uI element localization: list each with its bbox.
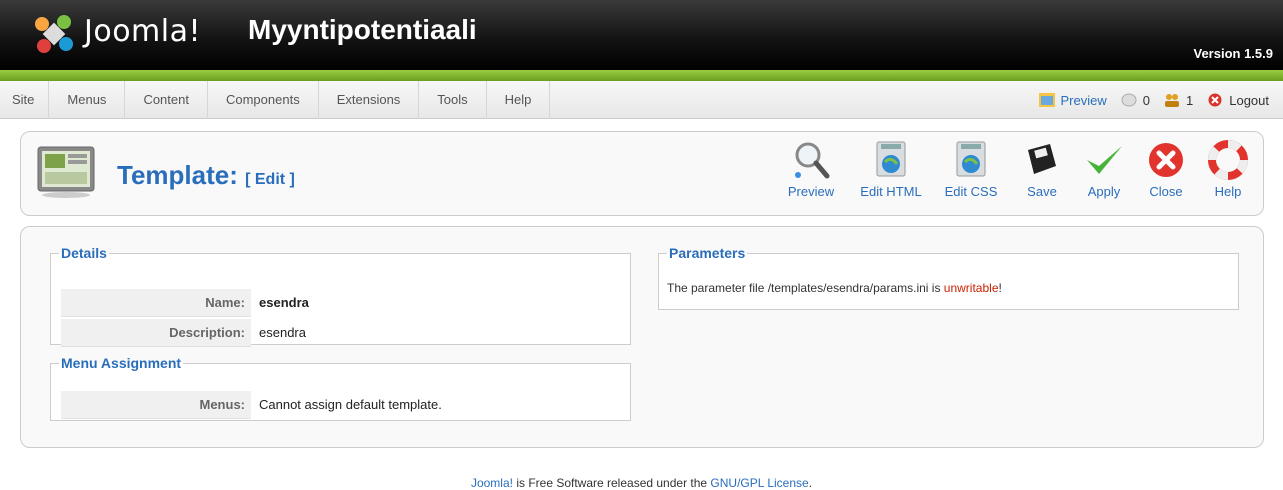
menu-item-content[interactable]: Content: [125, 81, 208, 119]
version-label: Version 1.5.9: [1193, 46, 1274, 61]
name-row: Name: esendra: [61, 289, 621, 317]
save-label: Save: [1027, 184, 1057, 199]
preview-button[interactable]: Preview: [771, 140, 851, 210]
preview-link[interactable]: Preview: [1038, 92, 1107, 108]
menu-items: Site Menus Content Components Extensions…: [0, 81, 551, 119]
menus-value: Cannot assign default template.: [259, 397, 442, 412]
page-title: Template: [ Edit ]: [117, 160, 295, 191]
checkmark-icon: [1087, 146, 1122, 174]
page-title-text: Template:: [117, 160, 238, 190]
description-value: esendra: [259, 325, 306, 340]
main-menu-bar: Site Menus Content Components Extensions…: [0, 81, 1283, 119]
parameters-message: The parameter file /templates/esendra/pa…: [667, 281, 1002, 295]
menu-item-tools[interactable]: Tools: [419, 81, 487, 119]
menus-label: Menus:: [61, 391, 251, 419]
content-box: Details Name: esendra Description: esend…: [20, 226, 1264, 448]
edit-css-icon: [956, 141, 986, 177]
joomla-logo-icon: [35, 15, 73, 53]
menu-item-help[interactable]: Help: [487, 81, 551, 119]
preview-icon: [1038, 93, 1055, 107]
edit-html-label: Edit HTML: [860, 184, 922, 199]
description-row: Description: esendra: [61, 319, 621, 347]
parameters-text: The parameter file /templates/esendra/pa…: [667, 281, 944, 295]
menu-item-menus[interactable]: Menus: [49, 81, 126, 119]
menu-item-components[interactable]: Components: [208, 81, 319, 119]
details-fieldset: Details Name: esendra Description: esend…: [50, 245, 631, 347]
edit-css-button[interactable]: Edit CSS: [931, 140, 1011, 210]
toolbar-box: Template: [ Edit ] Preview Edit HTML Edi…: [20, 131, 1264, 216]
messages-count: 0: [1142, 92, 1150, 108]
help-label: Help: [1214, 184, 1242, 199]
details-legend: Details: [61, 245, 107, 261]
messages-status[interactable]: 0: [1121, 93, 1150, 108]
apply-button[interactable]: Apply: [1073, 140, 1135, 210]
close-button[interactable]: Close: [1135, 140, 1197, 210]
edit-css-label: Edit CSS: [944, 184, 998, 199]
preview-button-label: Preview: [787, 184, 835, 199]
menu-item-site[interactable]: Site: [0, 81, 50, 119]
menu-item-extensions[interactable]: Extensions: [319, 81, 420, 119]
floppy-disk-icon: [1028, 144, 1056, 174]
menu-assignment-fieldset: Menu Assignment Menus: Cannot assign def…: [50, 355, 631, 421]
help-button[interactable]: Help: [1197, 140, 1259, 210]
magnifier-icon: [795, 142, 830, 179]
users-status[interactable]: 1: [1164, 93, 1193, 108]
unwritable-warning: unwritable: [943, 281, 999, 295]
page-subtitle: [ Edit ]: [245, 171, 295, 188]
preview-label: Preview: [1060, 92, 1107, 108]
site-name: Myyntipotentiaali: [248, 14, 477, 45]
close-circle-icon: [1149, 143, 1183, 177]
edit-html-button[interactable]: Edit HTML: [851, 140, 931, 210]
menu-assignment-legend: Menu Assignment: [61, 355, 182, 371]
header-accent-strip: [0, 70, 1283, 81]
name-value: esendra: [259, 295, 309, 310]
toolbar-buttons: Preview Edit HTML Edit CSS Save Apply Cl…: [771, 140, 1259, 210]
menus-row: Menus: Cannot assign default template.: [61, 391, 621, 419]
joomla-link[interactable]: Joomla!: [471, 476, 513, 490]
license-link[interactable]: GNU/GPL License: [710, 476, 808, 490]
logout-link[interactable]: Logout: [1207, 93, 1269, 108]
close-label: Close: [1149, 184, 1183, 199]
users-icon: [1165, 94, 1179, 107]
status-area: Preview 0 1 Logout: [1038, 81, 1269, 119]
parameters-text-end: !: [998, 281, 1002, 295]
footer-text: is Free Software released under the: [512, 476, 711, 490]
messages-icon: [1121, 93, 1137, 107]
header-bar: Joomla! Myyntipotentiaali Version 1.5.9: [0, 0, 1283, 70]
parameters-fieldset: Parameters The parameter file /templates…: [658, 245, 1239, 310]
edit-html-icon: [876, 141, 906, 177]
logout-icon: [1208, 93, 1222, 107]
brand-name: Joomla!: [84, 14, 202, 49]
logout-label: Logout: [1229, 92, 1269, 108]
footer: Joomla! is Free Software released under …: [0, 476, 1283, 490]
users-count: 1: [1186, 92, 1194, 108]
footer-end: .: [808, 476, 813, 490]
lifebuoy-icon: [1208, 140, 1248, 180]
apply-label: Apply: [1087, 184, 1121, 199]
save-button[interactable]: Save: [1011, 140, 1073, 210]
parameters-legend: Parameters: [669, 245, 746, 261]
template-manager-icon: [37, 146, 95, 198]
description-label: Description:: [61, 319, 251, 347]
name-label: Name:: [61, 289, 251, 317]
